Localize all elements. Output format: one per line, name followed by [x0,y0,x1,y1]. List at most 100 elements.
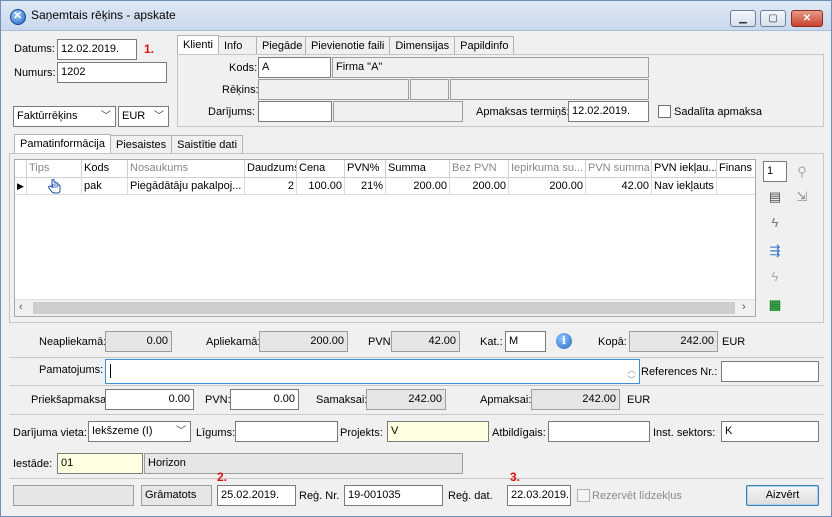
projekts-input[interactable]: V [387,421,489,442]
reg-nr-label: Reģ. Nr. [299,490,340,502]
items-grid: Tips Kods Nosaukums Daudzums Cena PVN% S… [14,159,756,317]
main-tabs: Pamatinformācija Piesaistes Saistītie da… [14,134,244,154]
tab-saistitie-dati[interactable]: Saistītie dati [171,135,244,154]
col-tips[interactable]: Tips [27,160,82,178]
cell-iepirkuma[interactable]: 200.00 [509,178,586,195]
cell-daudzums[interactable]: 2 [245,178,297,195]
info-icon[interactable]: i [556,333,572,349]
tab-piegade[interactable]: Piegāde [255,36,306,55]
numurs-input[interactable]: 1202 [57,62,167,83]
tab-pamatinformacija[interactable]: Pamatinformācija [14,134,111,154]
kopa-label: Kopā: [598,336,627,348]
rekins-label: Rēķins: [222,84,259,96]
atbildigais-input[interactable] [548,421,650,442]
window-title: Saņemtais rēķins - apskate [31,8,176,22]
apmaksas-label: Apmaksas termiņš: [476,106,570,118]
export-arrow-icon[interactable]: ⇶ [764,241,786,261]
darijuma-vieta-select[interactable]: Iekšzeme (I) ﹀ [88,421,191,442]
link-search-icon[interactable]: ⚲ [791,162,813,182]
cell-pvn-pct[interactable]: 21% [345,178,386,195]
prieksapmaksa-input[interactable]: 0.00 [105,389,194,410]
darijums-label: Darījums: [208,106,256,118]
cell-tips[interactable] [27,178,82,195]
darijums-input[interactable] [258,101,332,122]
scroll-right-icon[interactable]: › [742,301,746,313]
pamatojums-input[interactable]: ︿ ﹀ [105,359,640,384]
chevron-down-icon: ﹀ [176,426,186,437]
sadalita-label: Sadalīta apmaksa [674,106,763,118]
col-summa[interactable]: Summa [386,160,450,178]
footer-date-input[interactable]: 25.02.2019. [217,485,296,506]
kods-label: Kods: [229,62,258,74]
table-row[interactable]: ▶ pak Piegādātāju pakalpoj... 2 100.00 2… [15,178,755,195]
col-pvn-summa[interactable]: PVN summa [586,160,652,178]
col-nosaukums[interactable]: Nosaukums [128,160,245,178]
scroll-left-icon[interactable]: ‹ [19,301,23,313]
payment-pvn-input[interactable]: 0.00 [230,389,299,410]
rezervet-checkbox[interactable] [577,489,590,502]
kods-input[interactable]: A [258,57,331,78]
tab-klienti[interactable]: Klienti [177,35,219,55]
grid-horizontal-scrollbar[interactable]: ‹ › [15,299,755,316]
reg-nr-input[interactable]: 19-001035 [344,485,443,506]
apmaksas-input[interactable]: 12.02.2019. [568,101,649,122]
ligums-input[interactable] [235,421,338,442]
cell-nosaukums[interactable]: Piegādātāju pakalpoj... [128,178,245,195]
kat-input[interactable]: M [505,331,546,352]
cell-summa[interactable]: 200.00 [386,178,450,195]
text-cursor [110,364,111,378]
cell-pvn-summa[interactable]: 42.00 [586,178,652,195]
col-iepirkuma[interactable]: Iepirkuma su... [509,160,586,178]
samaksai-field: 242.00 [366,389,446,410]
pvn-label: PVN: [368,336,394,348]
col-pvn-pct[interactable]: PVN% [345,160,386,178]
cell-kods[interactable]: pak [82,178,128,195]
inst-sektors-input[interactable]: K [721,421,819,442]
cell-cena[interactable]: 100.00 [297,178,345,195]
inst-sektors-label: Inst. sektors: [653,427,716,439]
tab-info[interactable]: Info [217,36,257,55]
col-kods[interactable]: Kods [82,160,128,178]
tab-pievienotie-faili[interactable]: Pievienotie faili [304,36,391,55]
doc-type-select[interactable]: Faktūrrēķins ﹀ [13,106,116,127]
ligums-label: Līgums: [196,427,236,439]
references-input[interactable] [721,361,819,382]
grid-corner [15,160,27,178]
cell-pvn-ieklauts[interactable]: Nav iekļauts [652,178,717,195]
currency-select[interactable]: EUR ﹀ [118,106,169,127]
col-finans[interactable]: Finans [717,160,755,178]
col-bez-pvn[interactable]: Bez PVN [450,160,509,178]
chevron-down-icon: ﹀ [154,111,164,122]
payment-pvn-label: PVN: [205,394,231,406]
tab-piesaistes[interactable]: Piesaistes [109,135,173,154]
maximize-button[interactable]: ▢ [760,10,786,27]
divider [9,414,824,415]
tab-papildinfo[interactable]: Papildinfo [454,36,515,55]
close-button[interactable]: Aizvērt [746,485,819,506]
cell-finans[interactable] [717,178,755,195]
spin-down-icon[interactable]: ﹀ [627,369,636,383]
close-window-button[interactable]: ✕ [791,10,823,27]
darijums-name-field [333,101,463,122]
lightning-disabled-icon[interactable]: ϟ [764,267,786,287]
col-cena[interactable]: Cena [297,160,345,178]
datums-input[interactable]: 12.02.2019. [57,39,137,60]
sadalita-checkbox[interactable] [658,105,671,118]
tab-dimensijas[interactable]: Dimensijas [389,36,456,55]
page-number-field[interactable]: 1 [763,161,787,182]
add-row-icon[interactable]: ⇲ [791,187,813,207]
iestade-name-field: Horizon [144,453,463,474]
samaksai-label: Samaksai: [316,394,368,406]
scroll-thumb[interactable] [33,302,735,314]
divider [9,357,824,358]
excel-icon[interactable]: ▦ [764,295,786,315]
reg-dat-input[interactable]: 22.03.2019. [507,485,571,506]
status-field: Grāmatots [141,485,212,506]
minimize-button[interactable]: ▁ [730,10,756,27]
iestade-code-input[interactable]: 01 [57,453,143,474]
grid-list-icon[interactable]: ▤ [764,187,786,207]
lightning-icon[interactable]: ϟ [764,213,786,233]
cell-bez-pvn[interactable]: 200.00 [450,178,509,195]
col-daudzums[interactable]: Daudzums [245,160,297,178]
col-pvn-ieklauts[interactable]: PVN iekļau... [652,160,717,178]
